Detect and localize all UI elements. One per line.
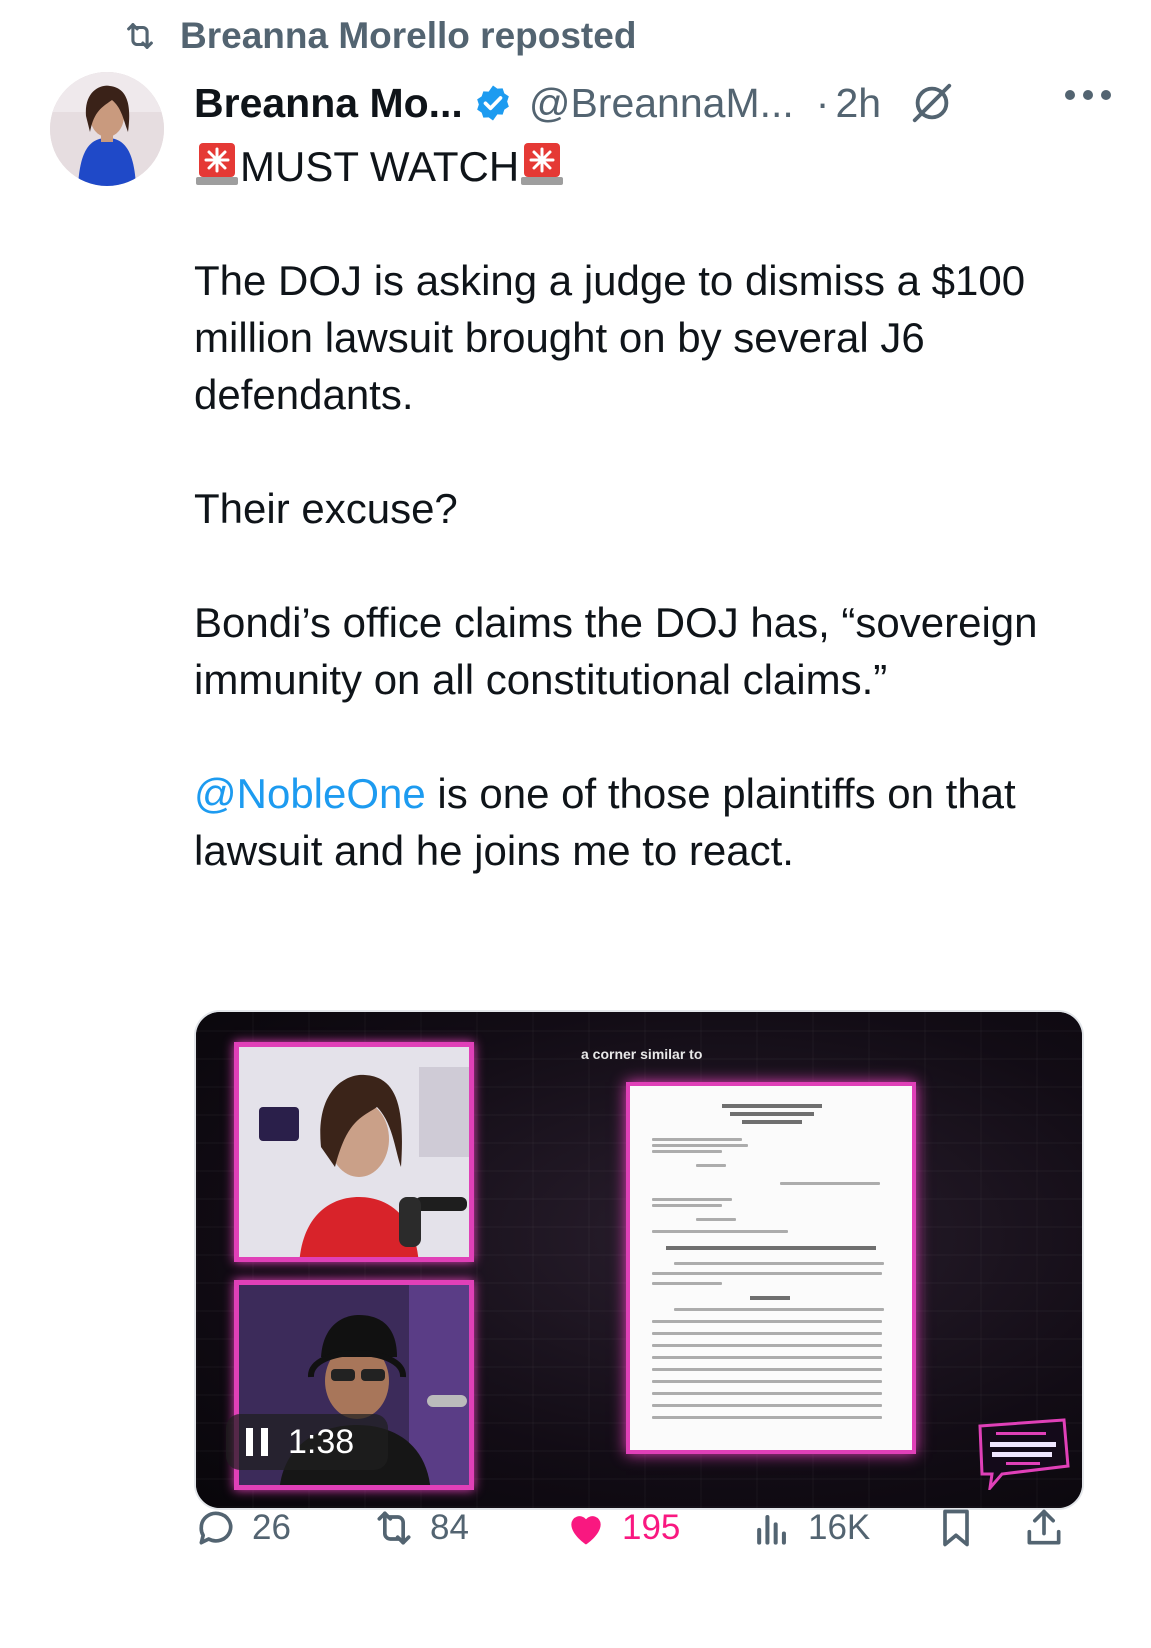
mention-link[interactable]: @NobleOne [194,770,426,817]
like-button[interactable]: 195 [564,1500,680,1556]
host-video-image [239,1047,469,1257]
author-avatar[interactable] [50,72,164,186]
repost-icon [127,23,153,49]
verified-badge-icon [476,85,509,121]
tweet-paragraph: Their excuse? [194,485,458,532]
view-count: 16K [808,1508,871,1547]
tweet-paragraph: Bondi’s office claims the DOJ has, “sove… [194,599,1038,703]
tweet-timestamp[interactable]: 2h [835,80,881,127]
more-options-icon[interactable] [1062,80,1114,110]
share-button[interactable] [1022,1500,1066,1556]
bookmark-button[interactable] [934,1500,978,1556]
repost-context[interactable]: Breanna Morello reposted [118,14,636,58]
grok-icon[interactable] [909,80,955,126]
host-camera-frame [234,1042,474,1262]
tweet-headline: MUST WATCH [240,143,520,190]
tweet-header: Breanna Mo... @BreannaM... · 2h [194,74,1114,132]
pause-icon[interactable] [246,1428,268,1456]
tweet-headline-line: MUST WATCH [194,138,1084,195]
avatar-image [50,72,164,186]
video-player[interactable]: a corner similar to 1:38 [194,1010,1084,1510]
like-count: 195 [622,1508,681,1547]
author-handle[interactable]: @BreannaM... [529,80,794,127]
bookmark-icon [943,1509,969,1547]
repost-button[interactable]: 84 [372,1500,469,1556]
tweet-paragraph: The DOJ is asking a judge to dismiss a $… [194,257,1026,418]
repost-icon [377,1511,411,1545]
siren-emoji-icon [196,143,238,185]
tweet-paragraph: @NobleOne is one of those plaintiffs on … [194,765,1084,879]
analytics-icon [757,1514,786,1545]
heart-filled-icon [571,1516,601,1545]
video-caption: a corner similar to [581,1046,703,1062]
header-separator: · [815,79,830,126]
video-elapsed-time: 1:38 [288,1422,355,1461]
show-logo-icon [978,1418,1070,1490]
reply-count: 26 [252,1508,291,1547]
legal-document-image [626,1082,916,1454]
author-display-name[interactable]: Breanna Mo... [194,80,463,127]
tweet-action-bar: 26 84 195 16K [194,1500,1064,1556]
siren-emoji-icon [521,143,564,185]
reply-button[interactable]: 26 [194,1500,291,1556]
share-icon [1027,1509,1061,1545]
repost-label: Breanna Morello reposted [180,15,637,56]
reply-icon [199,1511,233,1545]
tweet-body: MUST WATCH The DOJ is asking a judge to … [194,138,1084,879]
repost-count: 84 [430,1508,469,1547]
video-playback-control[interactable]: 1:38 [226,1414,388,1470]
views-button[interactable]: 16K [750,1500,870,1556]
